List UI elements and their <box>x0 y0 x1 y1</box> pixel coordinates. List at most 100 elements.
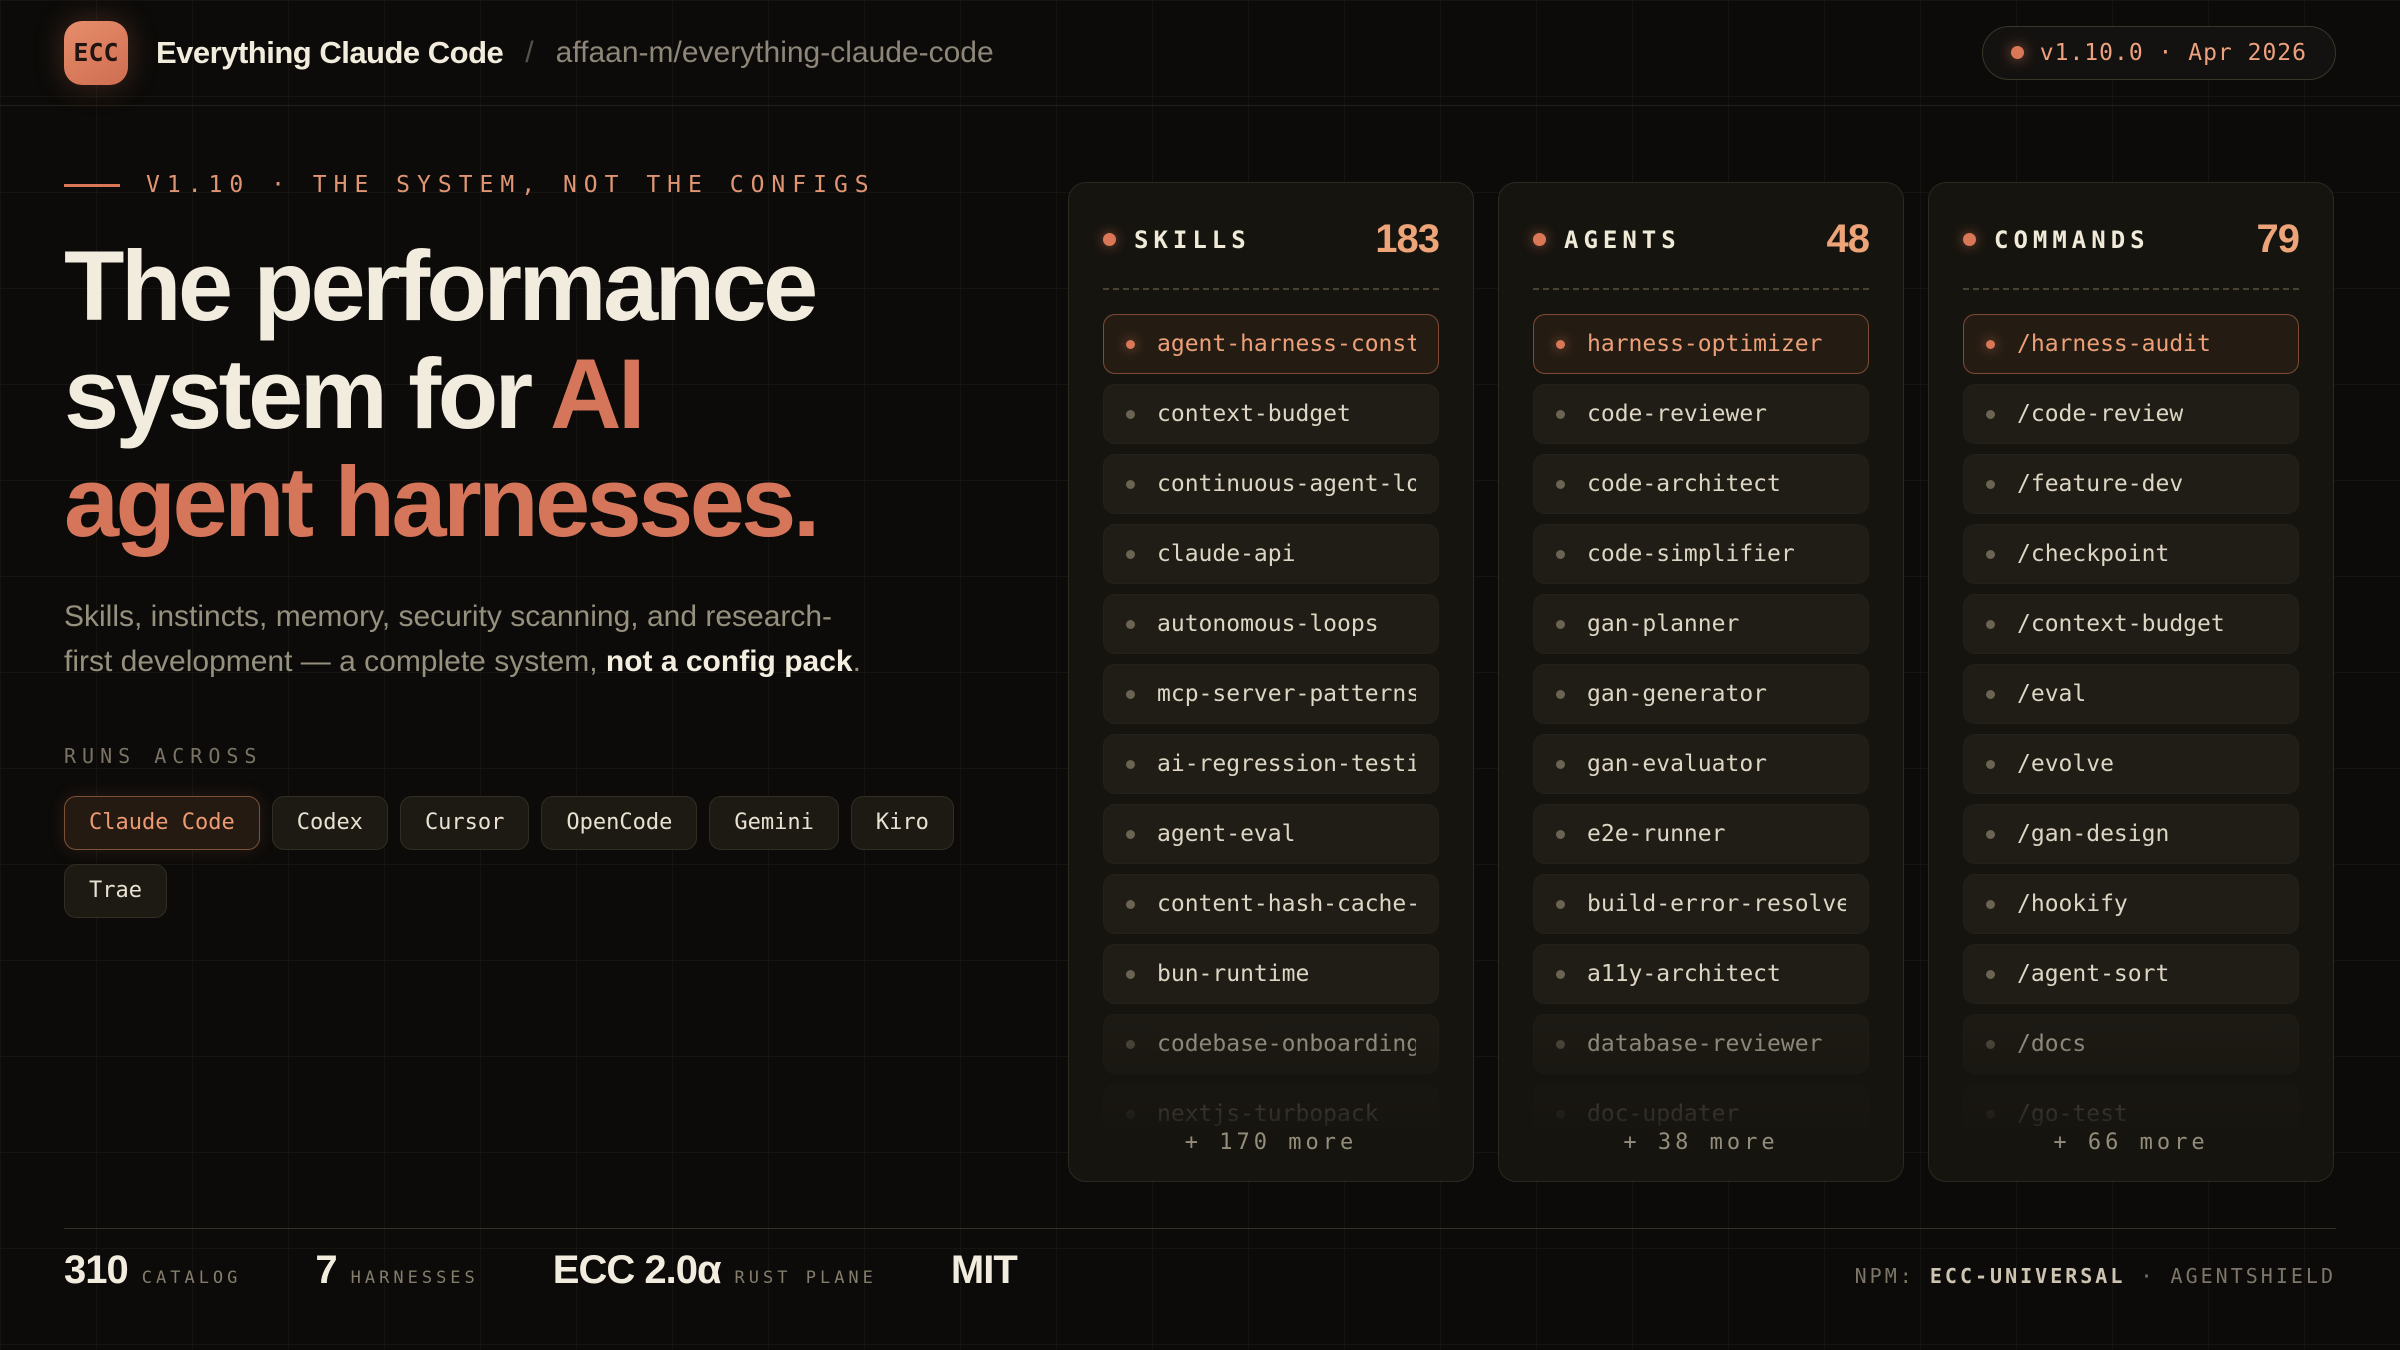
bullet-icon <box>1126 620 1135 629</box>
app-logo: ECC <box>64 21 128 85</box>
bullet-icon <box>1986 760 1995 769</box>
command-list-item[interactable]: /checkpoint <box>1963 524 2299 584</box>
agents-list: harness-optimizer code-reviewer code-arc… <box>1533 314 1869 1182</box>
skill-list-item[interactable]: context-budget <box>1103 384 1439 444</box>
skill-list-item[interactable]: autonomous-loops <box>1103 594 1439 654</box>
bullet-icon <box>1963 233 1976 246</box>
agent-list-item[interactable]: code-reviewer <box>1533 384 1869 444</box>
agent-item-label: gan-generator <box>1587 681 1767 707</box>
agent-list-item[interactable]: go-reviewer <box>1533 1154 1869 1182</box>
bullet-icon <box>1126 480 1135 489</box>
bullet-icon <box>1556 760 1565 769</box>
agent-list-item[interactable]: harness-optimizer <box>1533 314 1869 374</box>
skills-card-header: SKILLS 183 <box>1103 217 1439 262</box>
agent-item-label: database-reviewer <box>1587 1031 1822 1057</box>
version-badge-label: v1.10.0 · Apr 2026 <box>2040 40 2307 66</box>
bullet-icon <box>1986 690 1995 699</box>
harness-chip[interactable]: Kiro <box>851 796 954 850</box>
agent-list-item[interactable]: gan-evaluator <box>1533 734 1869 794</box>
bullet-icon <box>1986 620 1995 629</box>
skill-item-label: bun-runtime <box>1157 961 1309 987</box>
bullet-icon <box>1126 340 1135 349</box>
version-badge[interactable]: v1.10.0 · Apr 2026 <box>1982 26 2336 80</box>
agentshield-label: AGENTSHIELD <box>2171 1264 2336 1288</box>
skill-list-item[interactable]: claude-api <box>1103 524 1439 584</box>
command-item-label: /e2e <box>2017 1171 2072 1182</box>
status-dot-icon <box>2011 46 2024 59</box>
agent-list-item[interactable]: code-architect <box>1533 454 1869 514</box>
bullet-icon <box>1986 1110 1995 1119</box>
harness-chip[interactable]: Cursor <box>400 796 529 850</box>
command-list-item[interactable]: /evolve <box>1963 734 2299 794</box>
harness-chip[interactable]: Trae <box>64 864 167 918</box>
skills-more-link[interactable]: + 170 more <box>1069 1130 1473 1155</box>
command-list-item[interactable]: /agent-sort <box>1963 944 2299 1004</box>
bullet-icon <box>1986 900 1995 909</box>
stat-value: MIT <box>951 1248 1017 1293</box>
skills-card: SKILLS 183 agent-harness-constr… context… <box>1068 182 1474 1182</box>
bullet-icon <box>1556 690 1565 699</box>
skill-list-item[interactable]: bun-runtime <box>1103 944 1439 1004</box>
command-list-item[interactable]: /gan-design <box>1963 804 2299 864</box>
bullet-icon <box>1986 340 1995 349</box>
agent-list-item[interactable]: gan-planner <box>1533 594 1869 654</box>
bullet-icon <box>1556 1180 1565 1183</box>
commands-count: 79 <box>2257 217 2300 262</box>
command-list-item[interactable]: /harness-audit <box>1963 314 2299 374</box>
agent-list-item[interactable]: code-simplifier <box>1533 524 1869 584</box>
skill-item-label: autonomous-loops <box>1157 611 1379 637</box>
repo-breadcrumb[interactable]: affaan-m/everything-claude-code <box>556 36 994 70</box>
footer: 310 CATALOG 7 HARNESSES ECC 2.0α RUST PL… <box>64 1248 2336 1293</box>
command-list-item[interactable]: /feature-dev <box>1963 454 2299 514</box>
commands-list: /harness-audit /code-review /feature-dev <box>1963 314 2299 1182</box>
hero-eyebrow: V1.10 · THE SYSTEM, NOT THE CONFIGS <box>64 172 1004 198</box>
commands-card-label: COMMANDS <box>1994 226 2150 254</box>
hero-section: V1.10 · THE SYSTEM, NOT THE CONFIGS The … <box>64 172 1004 918</box>
command-list-item[interactable]: /hookify <box>1963 874 2299 934</box>
command-list-item[interactable]: /context-budget <box>1963 594 2299 654</box>
command-list-item[interactable]: /docs <box>1963 1014 2299 1074</box>
npm-package-name: ECC-UNIVERSAL <box>1930 1264 2126 1288</box>
skill-list-item[interactable]: continuous-agent-loop <box>1103 454 1439 514</box>
bullet-icon <box>1986 1180 1995 1183</box>
bullet-icon <box>1126 1180 1135 1183</box>
skill-list-item[interactable]: ai-regression-testing <box>1103 734 1439 794</box>
agents-more-link[interactable]: + 38 more <box>1499 1130 1903 1155</box>
harness-chip[interactable]: Claude Code <box>64 796 260 850</box>
bullet-icon <box>1556 340 1565 349</box>
subtitle-bold: not a config pack <box>606 645 853 678</box>
agent-item-label: go-reviewer <box>1587 1171 1739 1182</box>
harness-chip[interactable]: OpenCode <box>541 796 697 850</box>
bullet-icon <box>1986 970 1995 979</box>
skill-list-item[interactable]: mcp-server-patterns <box>1103 664 1439 724</box>
agents-card: AGENTS 48 harness-optimizer code-reviewe… <box>1498 182 1904 1182</box>
command-list-item[interactable]: /code-review <box>1963 384 2299 444</box>
hero-subtitle: Skills, instincts, memory, security scan… <box>64 594 1004 684</box>
bullet-icon <box>1126 760 1135 769</box>
commands-more-link[interactable]: + 66 more <box>1929 1130 2333 1155</box>
harness-chip[interactable]: Codex <box>272 796 388 850</box>
skill-list-item[interactable]: agent-harness-constr… <box>1103 314 1439 374</box>
skill-list-item[interactable]: content-hash-cache-p… <box>1103 874 1439 934</box>
bullet-icon <box>1556 970 1565 979</box>
harness-chips: Claude Code Codex Cursor OpenCode Gemini… <box>64 796 964 918</box>
stat-value: 310 <box>64 1248 128 1293</box>
skill-list-item[interactable]: agent-eval <box>1103 804 1439 864</box>
agent-list-item[interactable]: e2e-runner <box>1533 804 1869 864</box>
agents-card-header: AGENTS 48 <box>1533 217 1869 262</box>
agent-item-label: code-simplifier <box>1587 541 1795 567</box>
command-list-item[interactable]: /e2e <box>1963 1154 2299 1182</box>
agent-list-item[interactable]: a11y-architect <box>1533 944 1869 1004</box>
command-item-label: /code-review <box>2017 401 2183 427</box>
skill-list-item[interactable]: api-connector-builder <box>1103 1154 1439 1182</box>
agent-list-item[interactable]: gan-generator <box>1533 664 1869 724</box>
agent-list-item[interactable]: database-reviewer <box>1533 1014 1869 1074</box>
command-item-label: /harness-audit <box>2017 331 2211 357</box>
stat-label: CATALOG <box>142 1268 242 1288</box>
skill-list-item[interactable]: codebase-onboarding <box>1103 1014 1439 1074</box>
command-list-item[interactable]: /eval <box>1963 664 2299 724</box>
skill-item-label: agent-eval <box>1157 821 1295 847</box>
harness-chip[interactable]: Gemini <box>709 796 838 850</box>
bullet-icon <box>1556 620 1565 629</box>
agent-list-item[interactable]: build-error-resolver <box>1533 874 1869 934</box>
